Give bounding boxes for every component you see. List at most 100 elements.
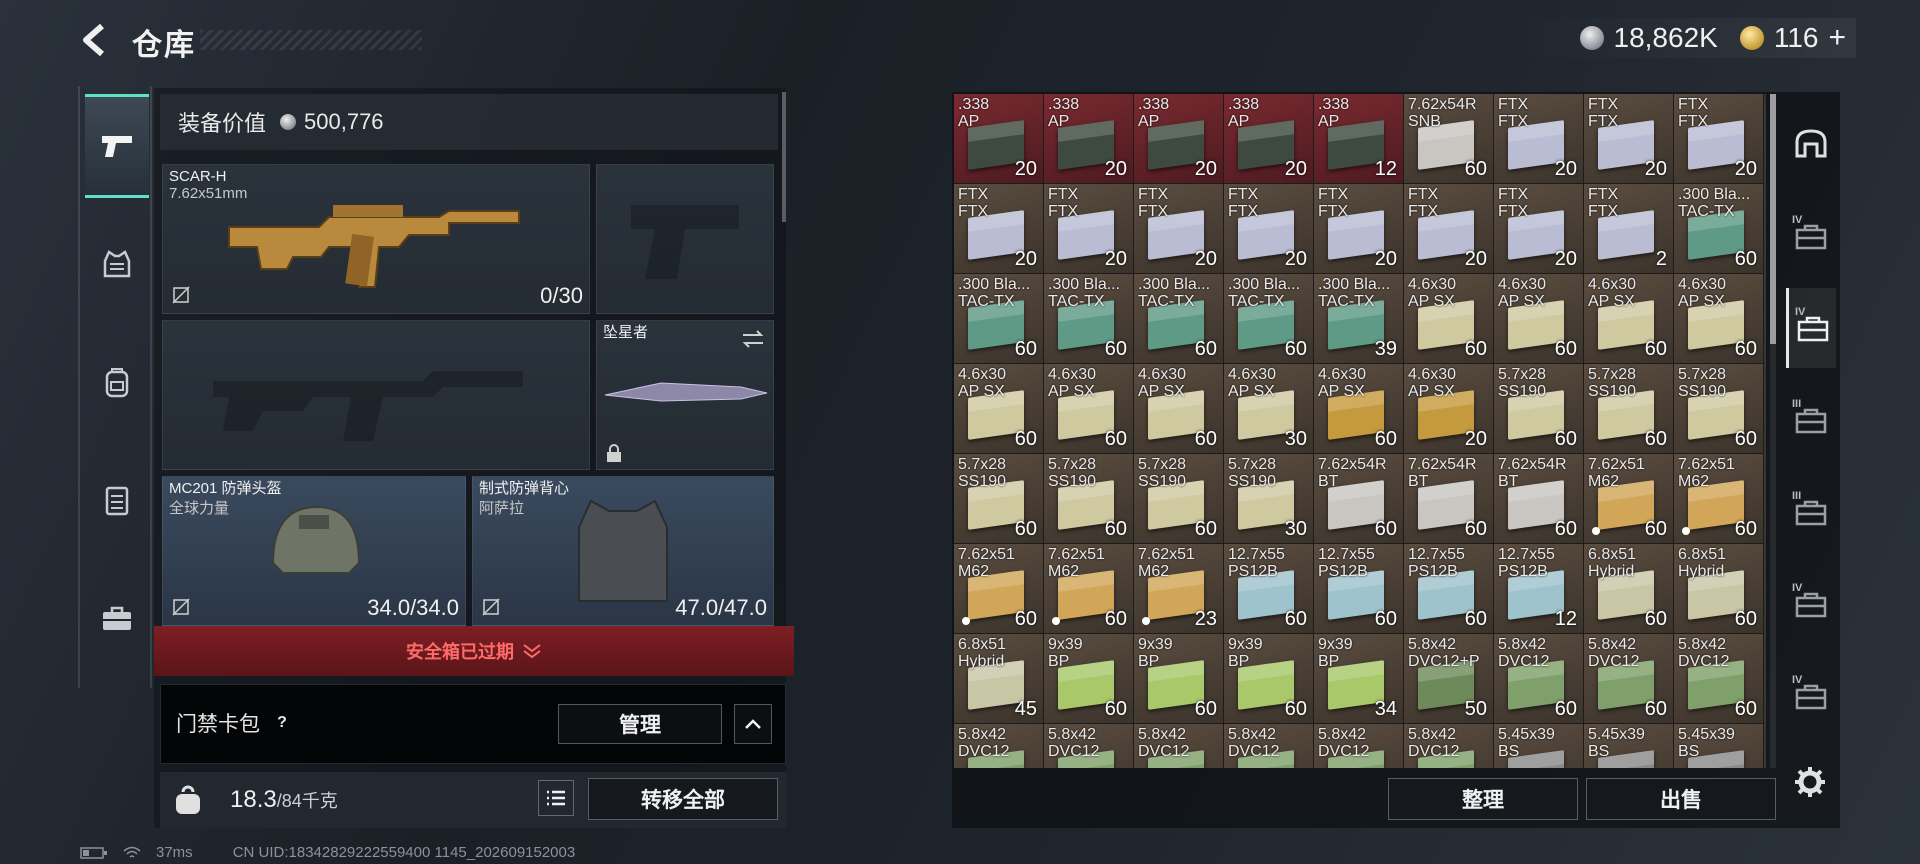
storage-item[interactable]: 5.8x42 DVC12 xyxy=(1314,724,1404,768)
transfer-all-button[interactable]: 转移全部 xyxy=(588,778,778,820)
help-button[interactable]: ? xyxy=(270,711,294,735)
equipment-scrollbar[interactable] xyxy=(782,92,786,222)
storage-item[interactable]: 7.62x54R BT 60 xyxy=(1494,454,1584,544)
storage-item[interactable]: FTX FTX 20 xyxy=(1584,94,1674,184)
melee-slot[interactable]: 坠星者 xyxy=(596,320,774,470)
storage-item[interactable]: .338 AP 20 xyxy=(1044,94,1134,184)
storage-item[interactable]: 5.8x42 DVC12 60 xyxy=(1494,634,1584,724)
storage-item[interactable]: 5.45x39 BS xyxy=(1674,724,1764,768)
storage-item[interactable]: .300 Bla... TAC-TX 39 xyxy=(1314,274,1404,364)
storage-item[interactable]: FTX FTX 20 xyxy=(1494,94,1584,184)
category-chest-rig[interactable] xyxy=(85,448,149,552)
storage-item[interactable]: FTX FTX 20 xyxy=(1674,94,1764,184)
storage-item[interactable]: .300 Bla... TAC-TX 60 xyxy=(1224,274,1314,364)
storage-item[interactable]: 5.7x28 SS190 60 xyxy=(1134,454,1224,544)
storage-item[interactable]: 12.7x55 PS12B 60 xyxy=(1224,544,1314,634)
storage-item[interactable]: 7.62x54R BT 60 xyxy=(1404,454,1494,544)
list-view-button[interactable] xyxy=(538,780,574,816)
storage-item[interactable]: .300 Bla... TAC-TX 60 xyxy=(1044,274,1134,364)
sort-button[interactable]: 整理 xyxy=(1388,778,1578,820)
storage-item[interactable]: 5.8x42 DVC12 xyxy=(1224,724,1314,768)
storage-item[interactable]: 7.62x54R SNB 60 xyxy=(1404,94,1494,184)
storage-item[interactable]: 6.8x51 Hybrid 60 xyxy=(1584,544,1674,634)
storage-item[interactable]: 9x39 BP 60 xyxy=(1224,634,1314,724)
storage-item[interactable]: FTX FTX 2 xyxy=(1584,184,1674,274)
storage-item[interactable]: 12.7x55 PS12B 60 xyxy=(1314,544,1404,634)
storage-item[interactable]: 4.6x30 AP SX 60 xyxy=(1674,274,1764,364)
storage-scrollbar[interactable] xyxy=(1770,94,1776,344)
category-case[interactable] xyxy=(85,566,149,670)
storage-item[interactable]: 4.6x30 AP SX 60 xyxy=(1584,274,1674,364)
storage-item[interactable]: 5.8x42 DVC12 xyxy=(1404,724,1494,768)
settings-button[interactable] xyxy=(1790,762,1830,802)
storage-item[interactable]: 5.8x42 DVC12 60 xyxy=(1584,634,1674,724)
storage-item[interactable]: 5.8x42 DVC12+P 50 xyxy=(1404,634,1494,724)
container-tab[interactable]: III xyxy=(1786,380,1836,460)
storage-item[interactable]: 9x39 BP 60 xyxy=(1044,634,1134,724)
helmet-slot[interactable]: MC201 防弹头盔 全球力量 34.0/34.0 xyxy=(162,476,466,626)
storage-item[interactable]: 5.8x42 DVC12 60 xyxy=(1674,634,1764,724)
container-tab[interactable]: III xyxy=(1786,472,1836,552)
storage-item[interactable]: 7.62x51 M62 60 xyxy=(1044,544,1134,634)
storage-item[interactable]: .338 AP 20 xyxy=(954,94,1044,184)
storage-item[interactable]: .300 Bla... TAC-TX 60 xyxy=(1134,274,1224,364)
primary-weapon-slot[interactable]: SCAR-H 7.62x51mm 0/30 xyxy=(162,164,590,314)
storage-item[interactable]: FTX FTX 20 xyxy=(954,184,1044,274)
storage-item[interactable]: FTX FTX 20 xyxy=(1044,184,1134,274)
storage-item[interactable]: 5.7x28 SS190 60 xyxy=(1044,454,1134,544)
storage-item[interactable]: 4.6x30 AP SX 60 xyxy=(1314,364,1404,454)
storage-item[interactable]: .338 AP 20 xyxy=(1224,94,1314,184)
category-weapons[interactable] xyxy=(85,94,149,198)
container-tab[interactable]: IV xyxy=(1786,656,1836,736)
storage-item[interactable]: 4.6x30 AP SX 20 xyxy=(1404,364,1494,454)
storage-item[interactable]: 5.45x39 BS xyxy=(1584,724,1674,768)
category-armor[interactable] xyxy=(85,212,149,316)
storage-item[interactable]: .338 AP 12 xyxy=(1314,94,1404,184)
storage-item[interactable]: 9x39 BP 60 xyxy=(1134,634,1224,724)
storage-item[interactable]: 6.8x51 Hybrid 45 xyxy=(954,634,1044,724)
storage-item[interactable]: 4.6x30 AP SX 60 xyxy=(954,364,1044,454)
secondary-weapon-slot-empty[interactable] xyxy=(596,164,774,314)
storage-item[interactable]: 7.62x51 M62 23 xyxy=(1134,544,1224,634)
add-gold-button[interactable]: + xyxy=(1828,21,1846,55)
storage-item[interactable]: 12.7x55 PS12B 60 xyxy=(1404,544,1494,634)
vest-slot[interactable]: 制式防弹背心 阿萨拉 47.0/47.0 xyxy=(472,476,774,626)
storage-item[interactable]: 5.7x28 SS190 60 xyxy=(954,454,1044,544)
storage-item[interactable]: 5.7x28 SS190 30 xyxy=(1224,454,1314,544)
secondary-primary-slot-empty[interactable] xyxy=(162,320,590,470)
storage-item[interactable]: FTX FTX 20 xyxy=(1224,184,1314,274)
storage-item[interactable]: FTX FTX 20 xyxy=(1494,184,1584,274)
storage-item[interactable]: 6.8x51 Hybrid 60 xyxy=(1674,544,1764,634)
storage-item[interactable]: 9x39 BP 34 xyxy=(1314,634,1404,724)
storage-item[interactable]: 7.62x51 M62 60 xyxy=(1674,454,1764,544)
container-tab[interactable]: IV xyxy=(1786,196,1836,276)
container-tab[interactable] xyxy=(1786,104,1836,184)
storage-item[interactable]: 5.7x28 SS190 60 xyxy=(1584,364,1674,454)
storage-item[interactable]: .300 Bla... TAC-TX 60 xyxy=(954,274,1044,364)
safebox-expired-bar[interactable]: 安全箱已过期 xyxy=(154,626,794,676)
container-tab[interactable]: IV xyxy=(1786,564,1836,644)
storage-item[interactable]: 7.62x51 M62 60 xyxy=(954,544,1044,634)
manage-button[interactable]: 管理 xyxy=(558,704,722,744)
collapse-button[interactable] xyxy=(734,704,772,744)
storage-item[interactable]: 5.8x42 DVC12 xyxy=(1134,724,1224,768)
storage-item[interactable]: .338 AP 20 xyxy=(1134,94,1224,184)
storage-item[interactable]: .300 Bla... TAC-TX 60 xyxy=(1674,184,1764,274)
storage-item[interactable]: 4.6x30 AP SX 60 xyxy=(1044,364,1134,454)
storage-item[interactable]: 4.6x30 AP SX 60 xyxy=(1134,364,1224,454)
storage-item[interactable]: 4.6x30 AP SX 30 xyxy=(1224,364,1314,454)
storage-item[interactable]: FTX FTX 20 xyxy=(1404,184,1494,274)
storage-item[interactable]: 7.62x54R BT 60 xyxy=(1314,454,1404,544)
storage-item[interactable]: 4.6x30 AP SX 60 xyxy=(1404,274,1494,364)
storage-item[interactable]: 5.45x39 BS xyxy=(1494,724,1584,768)
storage-item[interactable]: 12.7x55 PS12B 12 xyxy=(1494,544,1584,634)
storage-item[interactable]: 7.62x51 M62 60 xyxy=(1584,454,1674,544)
storage-item[interactable]: 4.6x30 AP SX 60 xyxy=(1494,274,1584,364)
storage-item[interactable]: FTX FTX 20 xyxy=(1134,184,1224,274)
container-tab[interactable]: IV xyxy=(1786,288,1836,368)
back-button[interactable] xyxy=(78,20,112,60)
swap-icon[interactable] xyxy=(741,329,765,349)
storage-item[interactable]: 5.8x42 DVC12 xyxy=(954,724,1044,768)
storage-item[interactable]: 5.7x28 SS190 60 xyxy=(1674,364,1764,454)
storage-item[interactable]: FTX FTX 20 xyxy=(1314,184,1404,274)
